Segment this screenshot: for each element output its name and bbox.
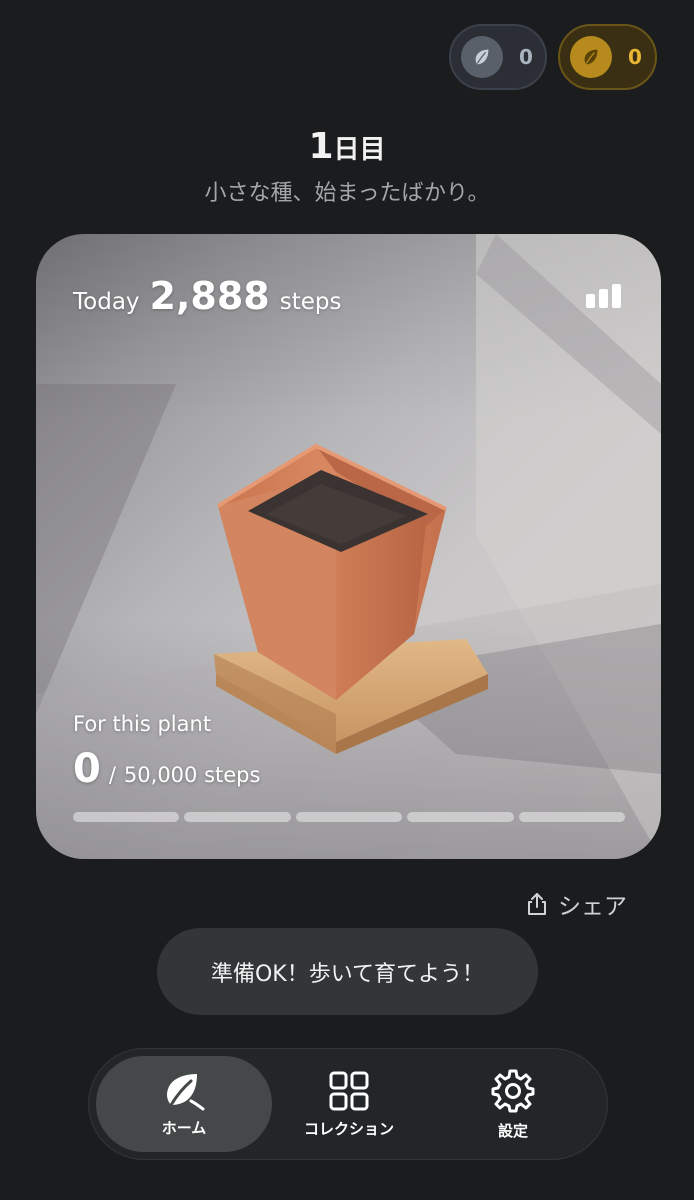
tab-collection[interactable]: コレクション [261,1056,437,1152]
tab-home[interactable]: ホーム [96,1056,272,1152]
tab-collection-label: コレクション [303,1119,394,1138]
progress-segment [184,812,291,822]
silver-leaf-counter[interactable]: 0 [449,24,547,90]
tab-settings[interactable]: 設定 [425,1056,601,1152]
gold-leaf-icon [570,36,612,78]
plant-current-steps: 0 [73,746,101,792]
home-screen: 0 0 1日目 小さな種、始まったばかり。 Today 2,888 steps … [0,0,694,1200]
plant-card[interactable]: Today 2,888 steps For this plant 0 / 50,… [36,234,661,859]
silver-leaf-count: 0 [519,45,533,69]
toast-text: 準備OK！歩いて育てよう！ [210,961,485,987]
progress-segment [518,812,626,822]
tab-settings-label: 設定 [497,1121,528,1140]
day-subtitle: 小さな種、始まったばかり。 [204,181,490,206]
today-steps-row: Today 2,888 steps [73,274,341,318]
plant-progress-label: For this plant [73,712,212,736]
day-title: 1日目 [0,126,694,167]
gold-leaf-counter[interactable]: 0 [558,24,657,90]
plant-progress-bar [73,812,626,822]
share-icon [528,893,546,915]
today-steps-value: 2,888 [149,274,270,318]
grid-icon [329,1071,369,1110]
progress-segment [295,812,403,822]
silver-leaf-icon [461,36,503,78]
bar-chart-icon[interactable] [586,276,626,308]
day-number: 1 [308,126,334,167]
today-label: Today [73,289,140,315]
gear-icon [491,1069,535,1112]
leaf-icon [167,1073,205,1110]
day-unit: 日目 [333,135,386,165]
plant-goal-steps: 50,000 steps [123,763,261,787]
plant-progress-separator: / [108,763,116,787]
share-button[interactable]: シェア [526,886,627,922]
plant-progress-row: 0 / 50,000 steps [73,746,260,792]
share-label: シェア [558,894,627,920]
gold-leaf-count: 0 [628,45,642,69]
today-steps-unit: steps [279,289,342,315]
progress-segment [407,812,514,822]
tab-home-label: ホーム [161,1118,207,1137]
bottom-tab-bar: ホーム コレクション 設定 [88,1048,608,1160]
status-toast: 準備OK！歩いて育てよう！ [157,928,538,1015]
progress-segment [73,812,180,822]
